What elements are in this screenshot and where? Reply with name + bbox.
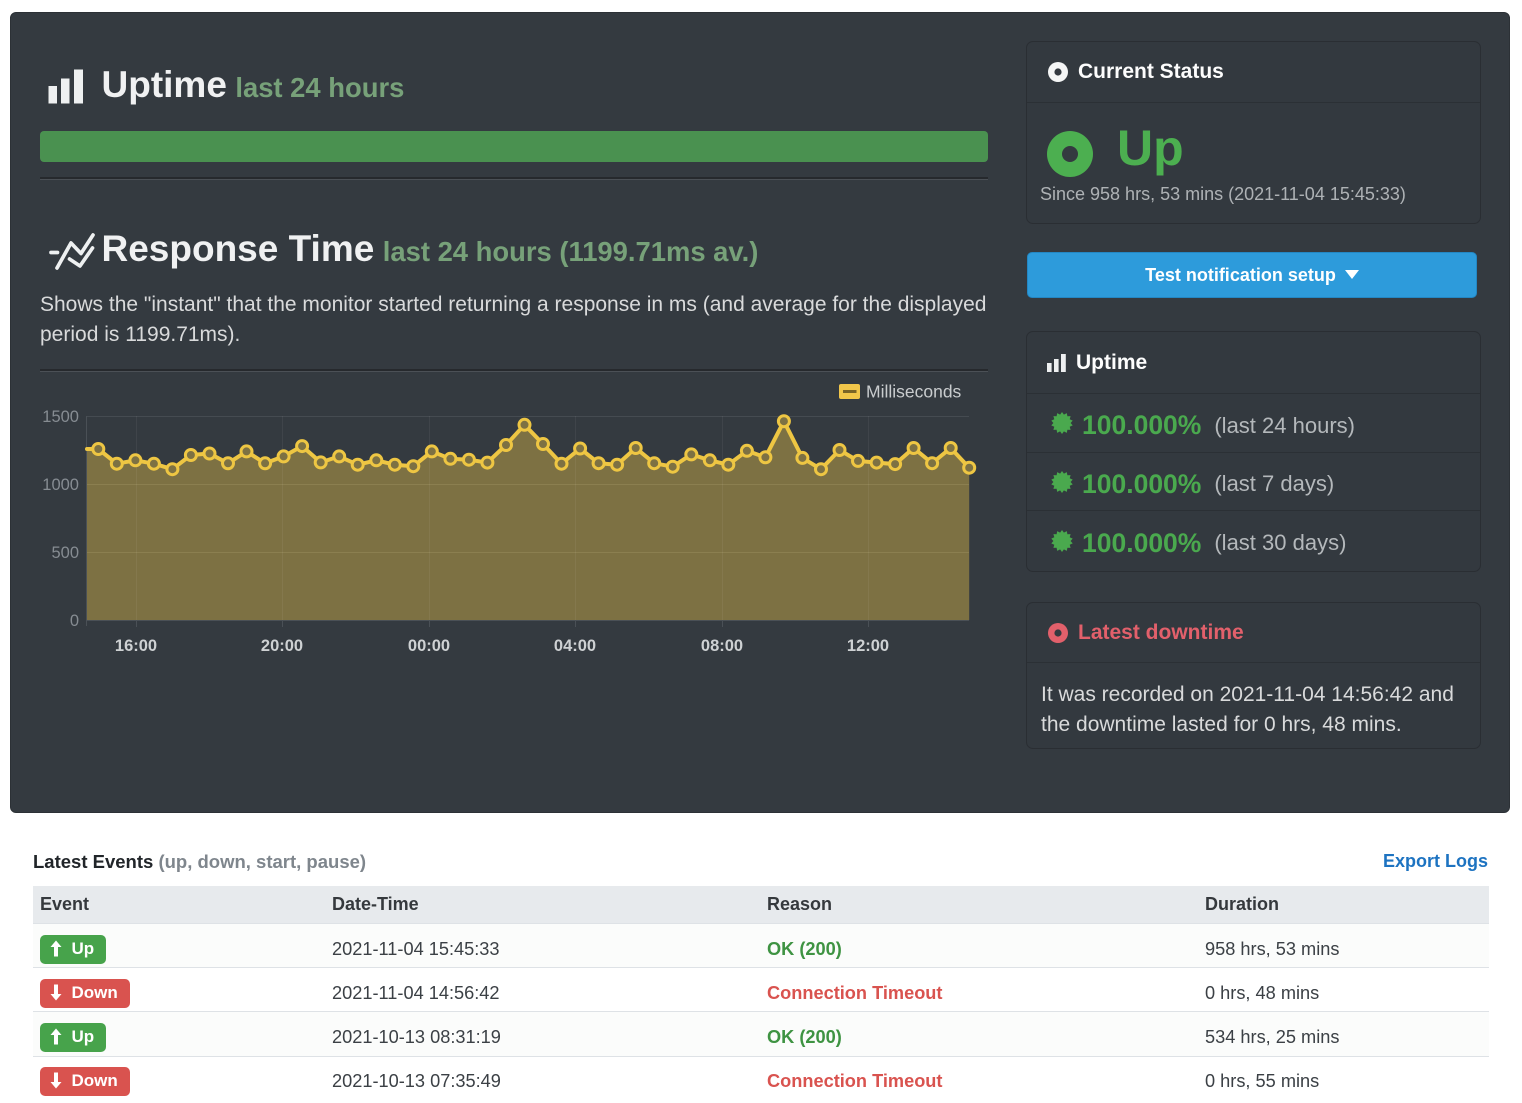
svg-text:04:00: 04:00 <box>554 637 596 655</box>
svg-text:08:00: 08:00 <box>701 637 743 655</box>
svg-text:16:00: 16:00 <box>115 637 157 655</box>
svg-text:20:00: 20:00 <box>261 637 303 655</box>
svg-text:500: 500 <box>51 544 79 562</box>
svg-text:Milliseconds: Milliseconds <box>866 382 962 402</box>
svg-text:1500: 1500 <box>42 408 79 426</box>
svg-text:12:00: 12:00 <box>847 637 889 655</box>
svg-text:00:00: 00:00 <box>408 637 450 655</box>
svg-text:1000: 1000 <box>42 476 79 494</box>
svg-text:0: 0 <box>70 612 79 630</box>
